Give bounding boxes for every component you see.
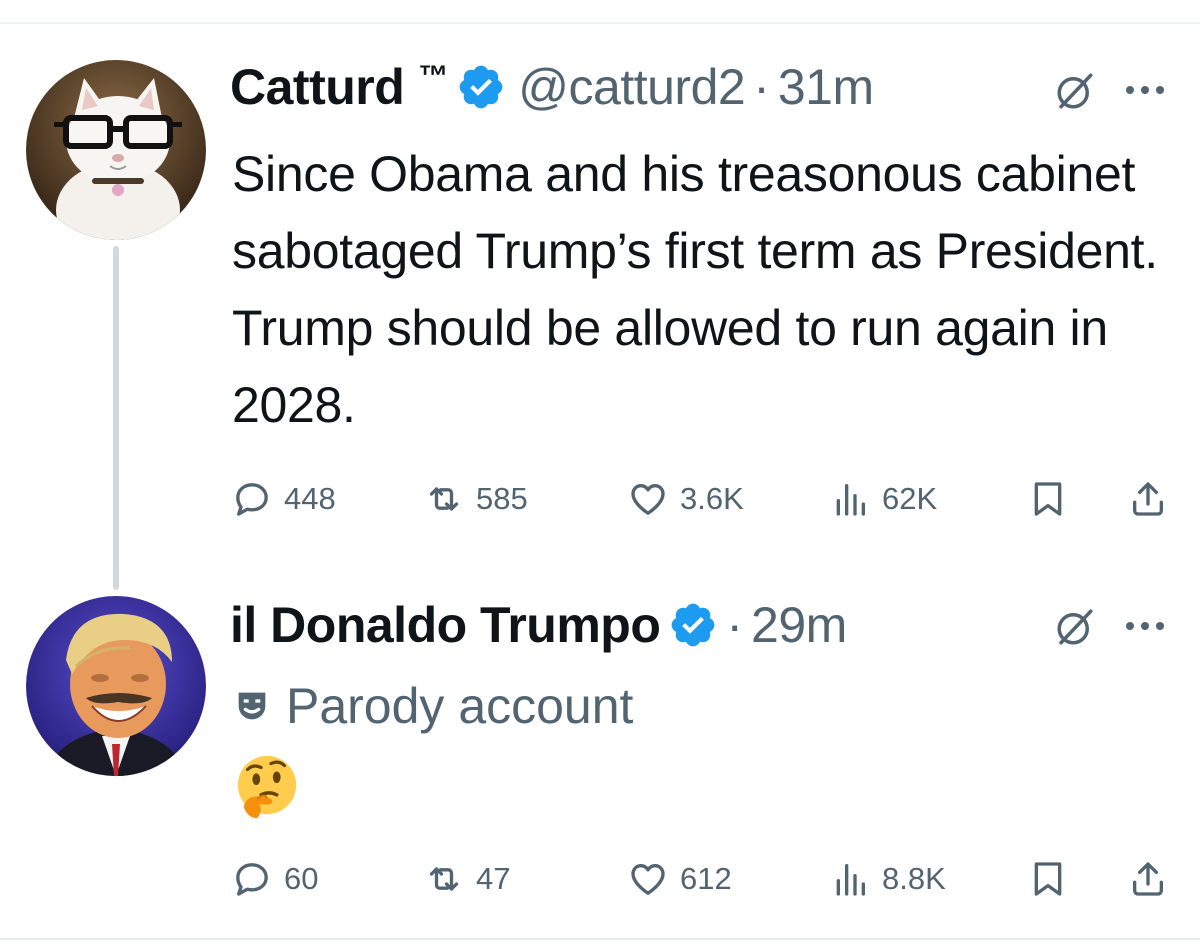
reply-count: 60: [284, 861, 319, 896]
verified-badge-icon[interactable]: [456, 62, 506, 112]
share-icon: [1133, 862, 1163, 896]
separator-dot: ·: [726, 597, 744, 653]
grok-icon[interactable]: [1054, 70, 1096, 112]
views-count: 62K: [882, 481, 938, 516]
tweet-header: il Donaldo Trumpo · 29m: [230, 590, 847, 660]
user-handle[interactable]: @catturd2: [518, 58, 745, 116]
reply-button[interactable]: 60: [232, 854, 318, 904]
bookmark-button[interactable]: [1028, 474, 1068, 524]
cat-with-glasses-avatar: [26, 60, 206, 240]
tweet-actions-bar: 60 47 612 8.8K: [232, 854, 1182, 904]
share-icon: [1133, 482, 1163, 516]
separator-dot: ·: [753, 59, 770, 115]
views-button[interactable]: 8.8K: [830, 854, 946, 904]
reply-button[interactable]: 448: [232, 474, 336, 524]
bookmark-icon: [1034, 482, 1062, 516]
reply-icon: [236, 863, 268, 896]
views-count: 8.8K: [882, 861, 946, 896]
avatar[interactable]: [26, 60, 206, 240]
display-name[interactable]: Catturd: [230, 58, 405, 116]
heart-icon: [631, 864, 665, 895]
like-count: 612: [680, 861, 732, 896]
retweet-icon: [429, 867, 459, 891]
retweet-icon: [429, 487, 459, 511]
more-options-icon[interactable]: [1120, 80, 1170, 100]
share-button[interactable]: [1128, 474, 1168, 524]
share-button[interactable]: [1128, 854, 1168, 904]
trademark-symbol: ™: [418, 60, 449, 93]
reply-count: 448: [284, 481, 336, 516]
tweet-actions-bar: 448 585 3.6K 62K: [232, 474, 1182, 524]
smiling-man-avatar: [26, 596, 206, 776]
retweet-button[interactable]: 47: [424, 854, 510, 904]
parody-label-text: Parody account: [286, 678, 634, 734]
top-divider: [0, 22, 1200, 24]
tweet-text: Since Obama and his treasonous cabinet s…: [232, 146, 1158, 433]
tweet-header: Catturd ™ @catturd2 · 31m: [230, 52, 874, 122]
retweet-count: 585: [476, 481, 528, 516]
parody-account-label: Parody account: [232, 674, 633, 738]
reply-icon: [236, 483, 268, 516]
views-button[interactable]: 62K: [830, 474, 937, 524]
more-options-icon[interactable]: [1120, 616, 1170, 636]
retweet-button[interactable]: 585: [424, 474, 528, 524]
grok-icon[interactable]: [1054, 606, 1096, 648]
like-button[interactable]: 612: [628, 854, 732, 904]
bottom-divider: [0, 938, 1200, 940]
thinking-face-emoji: [237, 755, 297, 819]
views-chart-icon: [836, 484, 865, 516]
retweet-count: 47: [476, 861, 511, 896]
bookmark-icon: [1034, 862, 1062, 896]
views-chart-icon: [836, 864, 865, 896]
timestamp[interactable]: 29m: [751, 596, 847, 654]
heart-icon: [631, 484, 665, 515]
display-name[interactable]: il Donaldo Trumpo: [230, 596, 661, 654]
thread-connector-line: [113, 246, 119, 590]
timestamp[interactable]: 31m: [778, 58, 874, 116]
bookmark-button[interactable]: [1028, 854, 1068, 904]
theater-mask-icon: [238, 692, 266, 720]
like-count: 3.6K: [680, 481, 744, 516]
verified-badge-icon[interactable]: [668, 600, 718, 650]
like-button[interactable]: 3.6K: [628, 474, 744, 524]
avatar[interactable]: [26, 596, 206, 776]
